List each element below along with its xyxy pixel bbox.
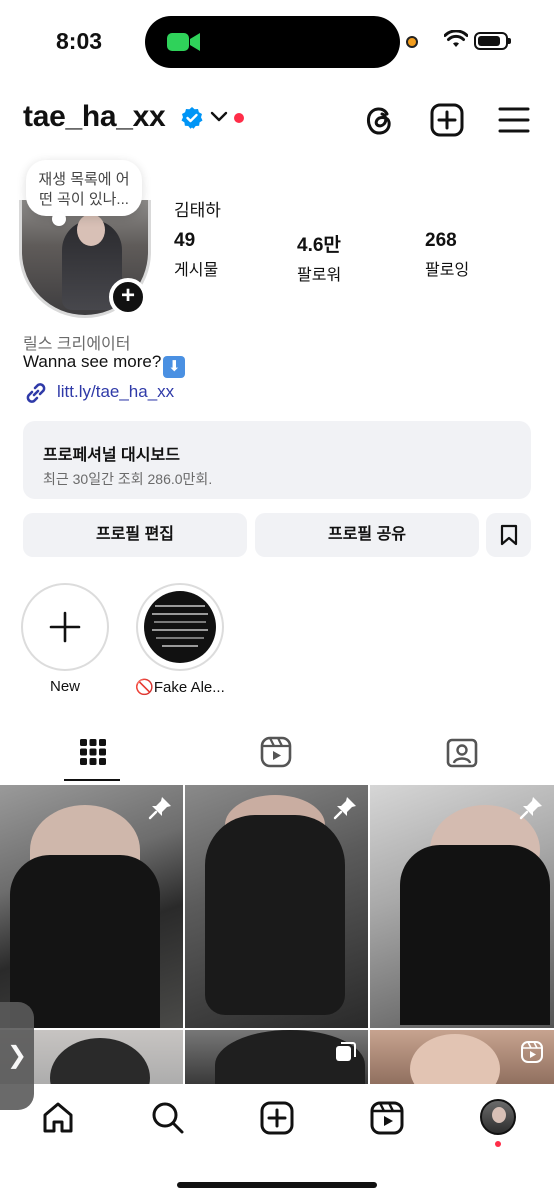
profile-nav-avatar[interactable]: [480, 1099, 516, 1135]
stat-following[interactable]: 268 팔로잉: [425, 230, 469, 280]
profile-tabs: [0, 728, 554, 784]
stat-value: 4.6만: [297, 235, 341, 256]
stat-followers[interactable]: 4.6만 팔로워: [297, 230, 341, 285]
menu-icon[interactable]: [496, 100, 532, 140]
post-thumbnail[interactable]: [0, 785, 183, 1028]
bio-line: Wanna see more?: [23, 352, 162, 371]
share-profile-button[interactable]: 프로필 공유: [255, 513, 479, 557]
highlight-cover: [136, 583, 224, 671]
highlight-new[interactable]: New: [20, 583, 110, 695]
tab-tagged[interactable]: [368, 728, 552, 784]
recording-indicator-icon: [406, 36, 418, 48]
stat-value: 268: [425, 230, 457, 251]
highlight-label: New: [49, 678, 80, 695]
highlight-label: 🚫Fake Ale...: [135, 679, 225, 696]
notification-dot: [234, 113, 244, 123]
edit-profile-button[interactable]: 프로필 편집: [23, 513, 247, 557]
status-time: 8:03: [56, 28, 103, 54]
post-thumbnail[interactable]: [185, 785, 368, 1028]
add-story-button[interactable]: +: [109, 278, 147, 316]
wifi-icon: [444, 30, 468, 47]
bookmark-icon: [500, 524, 518, 546]
reels-nav-icon[interactable]: [369, 1100, 405, 1136]
highlight-cover-image: [144, 591, 216, 663]
stat-label: 팔로워: [297, 267, 342, 284]
saved-button[interactable]: [486, 513, 531, 557]
note-bubble[interactable]: 재생 목록에 어떤 곡이 있나...: [26, 160, 142, 226]
profile-category: 릴스 크리에이터: [23, 336, 131, 353]
battery-icon: [474, 32, 511, 50]
active-tab-indicator: [64, 779, 120, 781]
bottom-navigation: [0, 1084, 554, 1200]
create-icon[interactable]: [259, 1100, 295, 1136]
search-icon[interactable]: [150, 1100, 186, 1136]
create-post-icon[interactable]: [428, 100, 466, 140]
reels-icon: [521, 1041, 543, 1063]
highlight-new-circle: [21, 583, 109, 671]
username-switcher[interactable]: tae_ha_xx: [23, 100, 166, 134]
post-thumbnail[interactable]: [370, 1030, 554, 1085]
profile-header: tae_ha_xx: [0, 96, 554, 146]
dashboard-subtitle: 최근 30일간 조회 286.0만회.: [43, 471, 213, 487]
home-indicator[interactable]: [177, 1182, 377, 1188]
threads-icon[interactable]: [360, 100, 398, 140]
profile-notification-dot: [495, 1141, 501, 1147]
link-text[interactable]: litt.ly/tae_ha_xx: [57, 382, 174, 402]
highlight-fake-alert[interactable]: 🚫Fake Ale...: [135, 583, 225, 696]
bio-text: Wanna see more? ⬇: [23, 352, 186, 378]
carousel-icon: [336, 1042, 356, 1061]
reels-icon: [260, 736, 292, 768]
grid-icon: [80, 739, 106, 765]
tagged-icon: [446, 738, 478, 768]
post-thumbnail[interactable]: [185, 1030, 368, 1085]
post-grid: [0, 785, 554, 1085]
stat-label: 게시물: [174, 262, 219, 279]
tab-grid[interactable]: [0, 728, 184, 784]
side-panel-handle[interactable]: ❯: [0, 1002, 34, 1110]
down-arrow-emoji-icon: ⬇: [163, 356, 186, 378]
professional-dashboard[interactable]: 프로페셔널 대시보드 최근 30일간 조회 286.0만회.: [23, 421, 531, 499]
pin-icon: [148, 797, 171, 820]
stat-value: 49: [174, 230, 196, 251]
post-thumbnail[interactable]: [370, 785, 554, 1028]
chevron-down-icon[interactable]: [210, 110, 228, 124]
stat-label: 팔로잉: [425, 262, 470, 279]
plus-icon: [49, 611, 81, 643]
dashboard-title: 프로페셔널 대시보드: [43, 447, 180, 464]
home-icon[interactable]: [40, 1100, 76, 1136]
status-bar: 8:03: [0, 0, 554, 90]
dynamic-island[interactable]: [145, 16, 400, 68]
full-name: 김태하: [174, 201, 221, 220]
pin-icon: [333, 797, 356, 820]
stat-posts[interactable]: 49 게시물: [174, 230, 218, 280]
tab-reels[interactable]: [184, 728, 368, 784]
facetime-icon: [167, 33, 200, 51]
link-icon: [26, 383, 46, 403]
pin-icon: [519, 797, 542, 820]
verified-badge-icon: [181, 107, 203, 129]
